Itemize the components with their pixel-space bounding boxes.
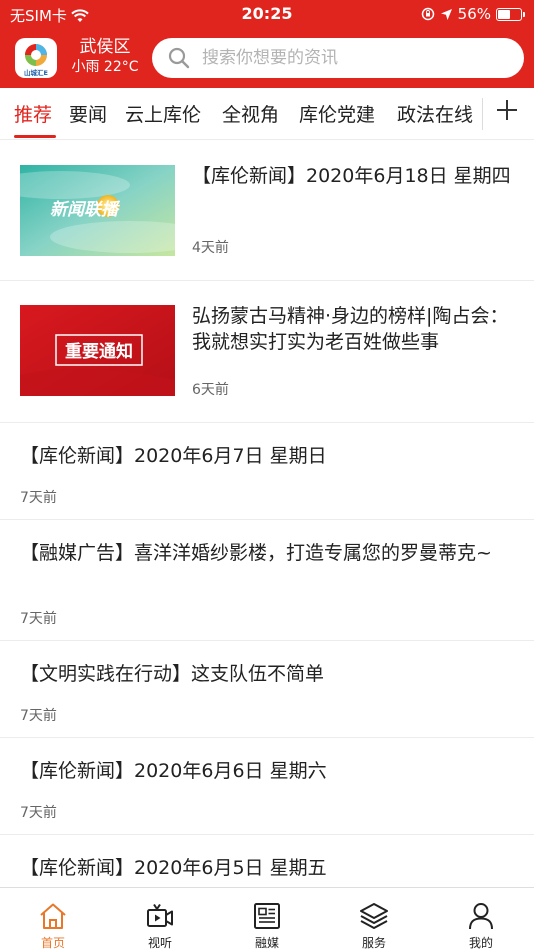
news-item[interactable]: 【库伦新闻】2020年6月7日 星期日 7天前 <box>0 423 534 520</box>
nav-label: 视听 <box>147 936 172 950</box>
rotation-lock-icon <box>421 7 434 21</box>
nav-home[interactable]: 首页 <box>13 888 93 950</box>
news-title: 【库伦新闻】2020年6月7日 星期日 <box>20 445 327 467</box>
tab-full-view[interactable]: 全视角 <box>222 100 279 127</box>
nav-profile[interactable]: 我的 <box>441 888 521 950</box>
search-bar[interactable] <box>152 38 524 78</box>
nav-video[interactable]: 视听 <box>120 888 200 950</box>
search-icon <box>168 47 190 69</box>
channel-tabs: 推荐 要闻 云上库伦 全视角 库伦党建 政法在线 <box>0 88 534 140</box>
video-icon <box>147 903 173 927</box>
nav-label: 服务 <box>361 936 386 950</box>
nav-label: 首页 <box>40 936 65 950</box>
thumbnail-caption: 新闻联播 <box>50 200 121 220</box>
news-time: 6天前 <box>192 382 229 398</box>
news-thumbnail: 新闻联播 <box>20 165 175 256</box>
news-title: 【库伦新闻】2020年6月6日 星期六 <box>20 760 327 782</box>
news-time: 7天前 <box>20 708 57 724</box>
news-broadcast-thumbnail: 新闻联播 <box>20 165 175 256</box>
news-title: 【文明实践在行动】这支队伍不简单 <box>20 663 325 685</box>
app-logo[interactable]: 山城汇E <box>15 38 57 78</box>
battery-percent: 56% <box>457 5 491 23</box>
news-title: 弘扬蒙古马精神·身边的榜样|陶占会：我就想实打实为老百姓做些事 <box>192 305 509 353</box>
bottom-navigation: 首页 视听 融媒 服务 我的 <box>0 887 534 950</box>
location-arrow-icon <box>440 8 452 20</box>
add-channel-icon[interactable] <box>492 95 522 125</box>
nav-media[interactable]: 融媒 <box>227 888 307 950</box>
news-time: 7天前 <box>20 611 57 627</box>
newspaper-icon <box>254 903 280 929</box>
news-item[interactable]: 新闻联播 【库伦新闻】2020年6月18日 星期四 4天前 <box>0 141 534 281</box>
news-item[interactable]: 【文明实践在行动】这支队伍不简单 7天前 <box>0 641 534 738</box>
news-item[interactable]: 【库伦新闻】2020年6月6日 星期六 7天前 <box>0 738 534 835</box>
logo-mark-icon: 山城汇E <box>24 44 48 77</box>
tab-party-building[interactable]: 库伦党建 <box>299 100 375 127</box>
tab-cloud-kulun[interactable]: 云上库伦 <box>125 100 201 127</box>
battery-icon <box>496 7 525 21</box>
news-title: 【融媒广告】喜洋洋婚纱影楼，打造专属您的罗曼蒂克~ <box>20 542 492 564</box>
active-tab-indicator <box>14 135 56 138</box>
news-title: 【库伦新闻】2020年6月18日 星期四 <box>192 165 511 187</box>
nav-label: 我的 <box>468 936 493 950</box>
important-notice-thumbnail: 重要通知 <box>20 305 175 396</box>
logo-wordmark: 山城汇E <box>24 68 48 77</box>
tab-headlines[interactable]: 要闻 <box>69 100 107 127</box>
nav-services[interactable]: 服务 <box>334 888 414 950</box>
news-time: 4天前 <box>192 240 229 256</box>
user-icon <box>469 903 493 930</box>
search-input[interactable] <box>202 38 502 78</box>
news-thumbnail: 重要通知 <box>20 305 175 396</box>
location-city: 武侯区 <box>79 37 131 57</box>
location-weather[interactable]: 武侯区 小雨 22°C <box>66 37 144 77</box>
news-time: 7天前 <box>20 805 57 821</box>
news-time: 7天前 <box>20 490 57 506</box>
news-item[interactable]: 【融媒广告】喜洋洋婚纱影楼，打造专属您的罗曼蒂克~ 7天前 <box>0 520 534 641</box>
home-icon <box>40 903 66 929</box>
tab-politics-law[interactable]: 政法在线 <box>397 100 473 127</box>
status-bar: 无SIM卡 20:25 56% <box>0 0 534 30</box>
thumbnail-caption: 重要通知 <box>65 341 133 362</box>
layers-icon <box>360 903 388 929</box>
nav-label: 融媒 <box>254 936 279 950</box>
weather-info: 小雨 22°C <box>71 59 139 75</box>
tabs-divider <box>482 98 483 130</box>
news-title: 【库伦新闻】2020年6月5日 星期五 <box>20 857 327 879</box>
tab-recommend[interactable]: 推荐 <box>14 100 52 127</box>
top-header: 无SIM卡 20:25 56% 山城汇E 武侯区 小雨 22°C 搜索你想要的资… <box>0 0 534 88</box>
news-item[interactable]: 重要通知 弘扬蒙古马精神·身边的榜样|陶占会：我就想实打实为老百姓做些事 6天前 <box>0 281 534 423</box>
